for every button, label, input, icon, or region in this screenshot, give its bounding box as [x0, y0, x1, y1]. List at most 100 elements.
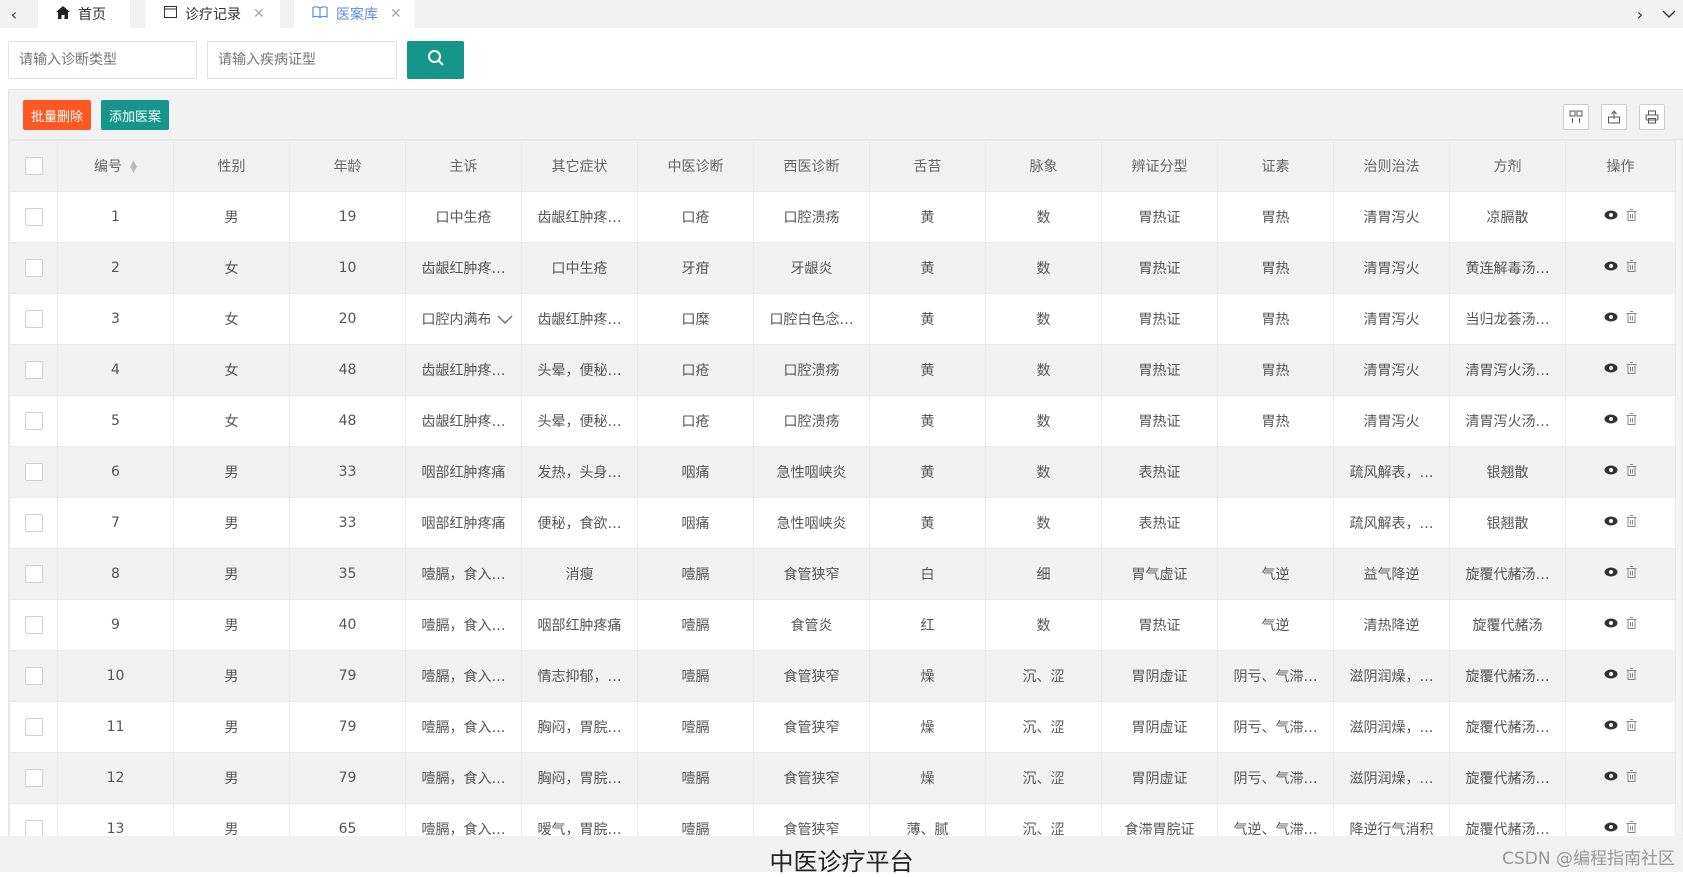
table-row[interactable]: 4 女 48 齿龈红肿疼… 头晕，便秘… 口疮 口腔溃疡黄数胃热证 胃热 清胃泻火 清胃泻火汤…	[9, 344, 1676, 396]
table-cell: 噎膈	[637, 701, 754, 753]
table-cell: 35	[289, 548, 406, 600]
column-header: 脉象	[985, 140, 1102, 192]
table-row[interactable]: 8 男 35 噎膈，食入… 消瘦 噎膈 食管狭窄白细胃气虚证 气逆 益气降逆 旋覆代赭汤…	[9, 548, 1676, 600]
table-row[interactable]: 7 男 33 咽部红肿疼痛 便秘，食欲… 咽痛 急性咽峡炎黄数表热证 疏风解表，… 银翘散	[9, 497, 1676, 549]
chevron-down-icon[interactable]	[1655, 0, 1683, 28]
view-icon[interactable]	[1604, 770, 1618, 786]
batch-delete-button[interactable]: 批量删除	[23, 100, 91, 130]
table-row[interactable]: 5 女 48 齿龈红肿疼… 头晕，便秘… 口疮 口腔溃疡黄数胃热证 胃热 清胃泻火 清胃泻火汤…	[9, 395, 1676, 447]
row-checkbox[interactable]	[24, 412, 43, 430]
view-icon[interactable]	[1604, 362, 1618, 378]
row-select-cell[interactable]	[9, 242, 58, 294]
delete-icon[interactable]	[1626, 311, 1637, 327]
row-select-cell[interactable]	[9, 548, 58, 600]
view-icon[interactable]	[1604, 719, 1618, 735]
select-all-checkbox[interactable]	[24, 157, 43, 175]
tab-scroll-right-icon[interactable]: ›	[1626, 0, 1654, 28]
view-icon[interactable]	[1604, 464, 1618, 480]
sort-icon[interactable]: ▲ ▼	[130, 160, 137, 175]
table-cell: 阴亏、气滞…	[1217, 701, 1334, 753]
select-all-cell[interactable]	[9, 140, 58, 192]
search-button[interactable]	[407, 41, 464, 79]
view-icon[interactable]	[1604, 821, 1618, 837]
add-case-button[interactable]: 添加医案	[101, 100, 169, 130]
row-checkbox[interactable]	[24, 769, 43, 787]
table-cell: 黄	[869, 344, 986, 396]
row-select-cell[interactable]	[9, 395, 58, 447]
close-icon[interactable]: ✕	[253, 6, 265, 22]
table-cell: 齿龈红肿疼…	[521, 191, 638, 243]
table-cell: 食管狭窄	[753, 650, 870, 702]
close-icon[interactable]: ✕	[390, 6, 402, 22]
view-icon[interactable]	[1604, 668, 1618, 684]
delete-icon[interactable]	[1626, 719, 1637, 735]
row-checkbox[interactable]	[24, 718, 43, 736]
view-icon[interactable]	[1604, 311, 1618, 327]
table-cell: 气逆	[1217, 599, 1334, 651]
table-cell: 情志抑郁，…	[521, 650, 638, 702]
syndrome-type-input[interactable]	[207, 41, 397, 79]
view-icon[interactable]	[1604, 515, 1618, 531]
table-row[interactable]: 1 男 19 口中生疮 齿龈红肿疼… 口疮 口腔溃疡黄数胃热证 胃热 清胃泻火 凉膈散	[9, 191, 1676, 243]
row-checkbox[interactable]	[24, 310, 43, 328]
table-row[interactable]: 3 女 20 口腔内满布… 齿龈红肿疼… 口糜 口腔白色念… 黄数胃热证 胃热 清胃泻火 当归龙荟汤…	[9, 293, 1676, 345]
tab-records[interactable]: 诊疗记录 ✕	[146, 0, 280, 28]
delete-icon[interactable]	[1626, 260, 1637, 276]
table-cell: 口疮	[637, 344, 754, 396]
view-icon[interactable]	[1604, 617, 1618, 633]
column-header[interactable]: 编号 ▲ ▼	[57, 140, 174, 192]
row-select-cell[interactable]	[9, 344, 58, 396]
table-cell: 79	[289, 701, 406, 753]
row-select-cell[interactable]	[9, 701, 58, 753]
table-row[interactable]: 11 男 79 噎膈，食入… 胸闷，胃脘… 噎膈 食管狭窄燥沉、涩 胃阴虚证 阴亏、气滞… 滋阴润…	[9, 701, 1676, 753]
row-checkbox[interactable]	[24, 208, 43, 226]
view-icon[interactable]	[1604, 260, 1618, 276]
delete-icon[interactable]	[1626, 413, 1637, 429]
row-checkbox[interactable]	[24, 616, 43, 634]
columns-icon[interactable]	[1563, 104, 1589, 130]
row-checkbox[interactable]	[24, 565, 43, 583]
row-select-cell[interactable]	[9, 446, 58, 498]
table-row[interactable]: 6 男 33 咽部红肿疼痛 发热，头身… 咽痛 急性咽峡炎黄数表热证 疏风解表，… 银翘散	[9, 446, 1676, 498]
table-row[interactable]: 10 男 79 噎膈，食入… 情志抑郁，… 噎膈 食管狭窄燥沉、涩 胃阴虚证 阴亏、气滞… 滋阴润…	[9, 650, 1676, 702]
delete-icon[interactable]	[1626, 668, 1637, 684]
row-checkbox[interactable]	[24, 259, 43, 277]
row-select-cell[interactable]	[9, 497, 58, 549]
view-icon[interactable]	[1604, 209, 1618, 225]
table-cell: 口腔溃疡	[753, 191, 870, 243]
table-row[interactable]: 9 男 40 噎膈，食入… 咽部红肿疼痛 噎膈 食管炎红数胃热证 气逆 清热降逆 旋覆代赭汤	[9, 599, 1676, 651]
table-cell: 79	[289, 752, 406, 804]
delete-icon[interactable]	[1626, 362, 1637, 378]
delete-icon[interactable]	[1626, 209, 1637, 225]
diagnosis-type-input[interactable]	[8, 41, 197, 79]
table-row[interactable]: 2 女 10 齿龈红肿疼… 口中生疮 牙疳 牙龈炎黄数胃热证 胃热 清胃泻火 黄连解毒汤…	[9, 242, 1676, 294]
cell-expand-icon[interactable]	[490, 295, 520, 344]
row-select-cell[interactable]	[9, 599, 58, 651]
row-checkbox[interactable]	[24, 463, 43, 481]
tab-case-library[interactable]: 医案库 ✕	[294, 0, 414, 28]
print-icon[interactable]	[1639, 104, 1665, 130]
table-cell: 男	[173, 701, 290, 753]
row-checkbox[interactable]	[24, 514, 43, 532]
row-checkbox[interactable]	[24, 667, 43, 685]
delete-icon[interactable]	[1626, 821, 1637, 837]
row-select-cell[interactable]	[9, 650, 58, 702]
table-cell: 女	[173, 293, 290, 345]
delete-icon[interactable]	[1626, 464, 1637, 480]
row-checkbox[interactable]	[24, 361, 43, 379]
row-select-cell[interactable]	[9, 752, 58, 804]
delete-icon[interactable]	[1626, 515, 1637, 531]
row-select-cell[interactable]	[9, 191, 58, 243]
delete-icon[interactable]	[1626, 617, 1637, 633]
row-select-cell[interactable]	[9, 293, 58, 345]
table-row[interactable]: 12 男 79 噎膈，食入… 胸闷，胃脘… 噎膈 食管狭窄燥沉、涩 胃阴虚证 阴亏、气滞… 滋阴润…	[9, 752, 1676, 804]
view-icon[interactable]	[1604, 413, 1618, 429]
delete-icon[interactable]	[1626, 566, 1637, 582]
export-icon[interactable]	[1601, 104, 1627, 130]
tab-scroll-left-icon[interactable]: ‹	[0, 0, 28, 28]
delete-icon[interactable]	[1626, 770, 1637, 786]
view-icon[interactable]	[1604, 566, 1618, 582]
table-cell: 咽痛	[637, 497, 754, 549]
tab-home[interactable]: 首页	[38, 0, 130, 28]
table-cell: 表热证	[1101, 446, 1218, 498]
